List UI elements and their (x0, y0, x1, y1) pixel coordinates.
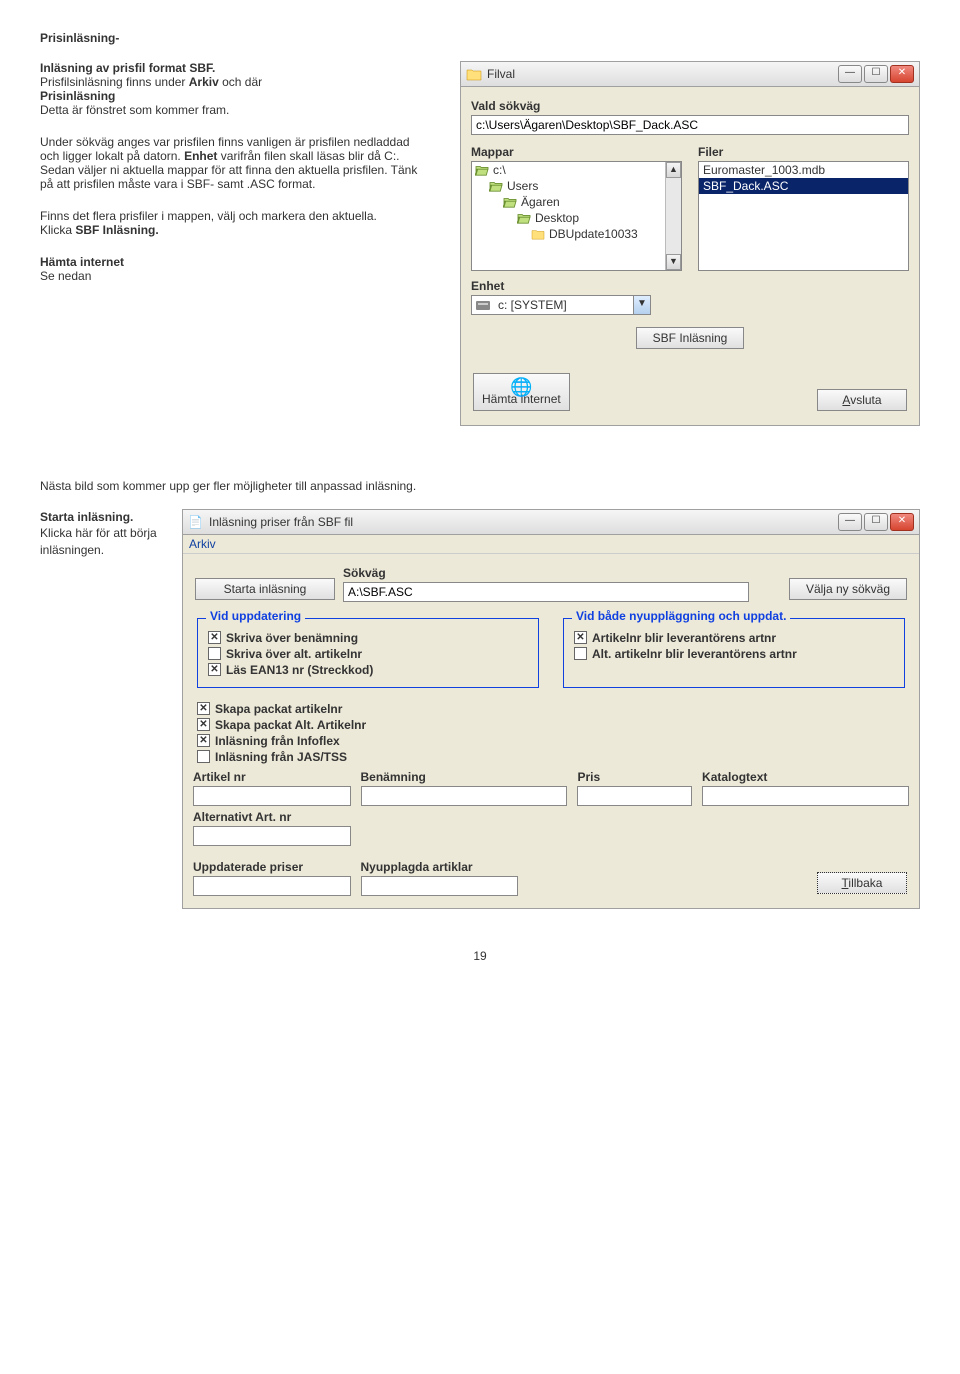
close-button[interactable]: ✕ (890, 513, 914, 531)
paragraph-1: Inläsning av prisfil format SBF. Prisfil… (40, 61, 430, 117)
chk-jas-tss[interactable]: Inläsning från JAS/TSS (197, 750, 905, 764)
label-sokvag: Sökväg (343, 566, 749, 580)
folders-listbox[interactable]: c:\UsersÄgarenDesktopDBUpdate10033 ▲ ▼ (471, 161, 682, 271)
titlebar[interactable]: Filval — ☐ ✕ (461, 62, 919, 87)
chk-skapa-packat-alt[interactable]: ✕Skapa packat Alt. Artikelnr (197, 718, 905, 732)
chk-artikelnr-lev[interactable]: ✕Artikelnr blir leverantörens artnr (574, 631, 894, 645)
folder-item[interactable]: DBUpdate10033 (472, 226, 681, 242)
sbf-inlasning-button[interactable]: SBF Inläsning (636, 327, 745, 349)
minimize-button[interactable]: — (838, 65, 862, 83)
close-button[interactable]: ✕ (890, 65, 914, 83)
label-vald-sokvag: Vald sökväg (471, 99, 909, 113)
chk-skriva-alt-artikelnr[interactable]: Skriva över alt. artikelnr (208, 647, 528, 661)
folder-item[interactable]: c:\ (472, 162, 681, 178)
window-title: Filval (487, 67, 838, 81)
menu-arkiv[interactable]: Arkiv (183, 535, 919, 554)
groupbox-uppdatering: Vid uppdatering ✕Skriva över benämning S… (197, 618, 539, 688)
titlebar[interactable]: 📄 Inläsning priser från SBF fil — ☐ ✕ (183, 510, 919, 535)
dropdown-value: c: [SYSTEM] (494, 296, 633, 314)
label-upd-priser: Uppdaterade priser (193, 860, 351, 874)
folder-item[interactable]: Ägaren (472, 194, 681, 210)
label-alt-artnr: Alternativt Art. nr (193, 810, 351, 824)
groupbox-title: Vid uppdatering (206, 609, 305, 623)
groupbox-nyupplaggning: Vid både nyuppläggning och uppdat. ✕Arti… (563, 618, 905, 688)
upd-priser-input[interactable] (193, 876, 351, 896)
label-ny-artiklar: Nyupplagda artiklar (361, 860, 519, 874)
globe-icon: 🌐 (510, 377, 532, 398)
chk-alt-artikelnr-lev[interactable]: Alt. artikelnr blir leverantörens artnr (574, 647, 894, 661)
label-mappar: Mappar (471, 145, 682, 159)
benamning-input[interactable] (361, 786, 568, 806)
paragraph-5: Starta inläsning. Klicka här för att bör… (40, 509, 170, 559)
maximize-button[interactable]: ☐ (864, 65, 888, 83)
starta-inlasning-button[interactable]: Starta inläsning (195, 578, 335, 600)
groupbox-title: Vid både nyuppläggning och uppdat. (572, 609, 790, 623)
valja-sokvag-button[interactable]: Välja ny sökväg (789, 578, 907, 600)
minimize-button[interactable]: — (838, 513, 862, 531)
enhet-dropdown[interactable]: c: [SYSTEM] ▼ (471, 295, 651, 315)
pris-input[interactable] (577, 786, 692, 806)
mid-paragraph: Nästa bild som kommer upp ger fler möjli… (40, 478, 920, 495)
scroll-up-icon[interactable]: ▲ (666, 162, 681, 178)
chk-skapa-packat-artikelnr[interactable]: ✕Skapa packat artikelnr (197, 702, 905, 716)
window-inlasning: 📄 Inläsning priser från SBF fil — ☐ ✕ Ar… (182, 509, 920, 909)
tillbaka-button[interactable]: TillbakaTillbaka (817, 872, 907, 894)
app-icon: 📄 (188, 515, 204, 529)
file-item[interactable]: Euromaster_1003.mdb (699, 162, 908, 178)
paragraph-3: Finns det flera prisfiler i mappen, välj… (40, 209, 430, 237)
sokvag-input[interactable] (471, 115, 909, 135)
window-filval: Filval — ☐ ✕ Vald sökväg Mappar c:\Users… (460, 61, 920, 426)
label-filer: Filer (698, 145, 909, 159)
label-benamning: Benämning (361, 770, 568, 784)
files-listbox[interactable]: Euromaster_1003.mdbSBF_Dack.ASC (698, 161, 909, 271)
page-title: Prisinläsning- (40, 30, 920, 47)
chk-las-ean13[interactable]: ✕Läs EAN13 nr (Streckkod) (208, 663, 528, 677)
sokvag2-input[interactable] (343, 582, 749, 602)
folder-icon (466, 67, 482, 81)
file-item[interactable]: SBF_Dack.ASC (699, 178, 908, 194)
label-pris: Pris (577, 770, 692, 784)
page-number: 19 (40, 949, 920, 963)
paragraph-2: Under sökväg anges var prisfilen finns v… (40, 135, 430, 191)
alt-artnr-input[interactable] (193, 826, 351, 846)
maximize-button[interactable]: ☐ (864, 513, 888, 531)
avsluta-button[interactable]: AAvslutavsluta (817, 389, 907, 411)
chk-skriva-benamning[interactable]: ✕Skriva över benämning (208, 631, 528, 645)
label-artikelnr: Artikel nr (193, 770, 351, 784)
scroll-down-icon[interactable]: ▼ (666, 254, 681, 270)
label-katalogtext: Katalogtext (702, 770, 909, 784)
hamta-internet-button[interactable]: 🌐 Hämta internet (473, 373, 570, 411)
paragraph-4: Hämta internet Se nedan (40, 255, 430, 283)
scrollbar[interactable]: ▲ ▼ (665, 162, 681, 270)
chk-infoflex[interactable]: ✕Inläsning från Infoflex (197, 734, 905, 748)
window-title: Inläsning priser från SBF fil (209, 515, 838, 529)
folder-item[interactable]: Users (472, 178, 681, 194)
folder-item[interactable]: Desktop (472, 210, 681, 226)
artikelnr-input[interactable] (193, 786, 351, 806)
disk-icon (472, 296, 494, 314)
katalogtext-input[interactable] (702, 786, 909, 806)
label-enhet: Enhet (471, 279, 682, 293)
ny-artiklar-input[interactable] (361, 876, 519, 896)
chevron-down-icon[interactable]: ▼ (633, 296, 650, 314)
